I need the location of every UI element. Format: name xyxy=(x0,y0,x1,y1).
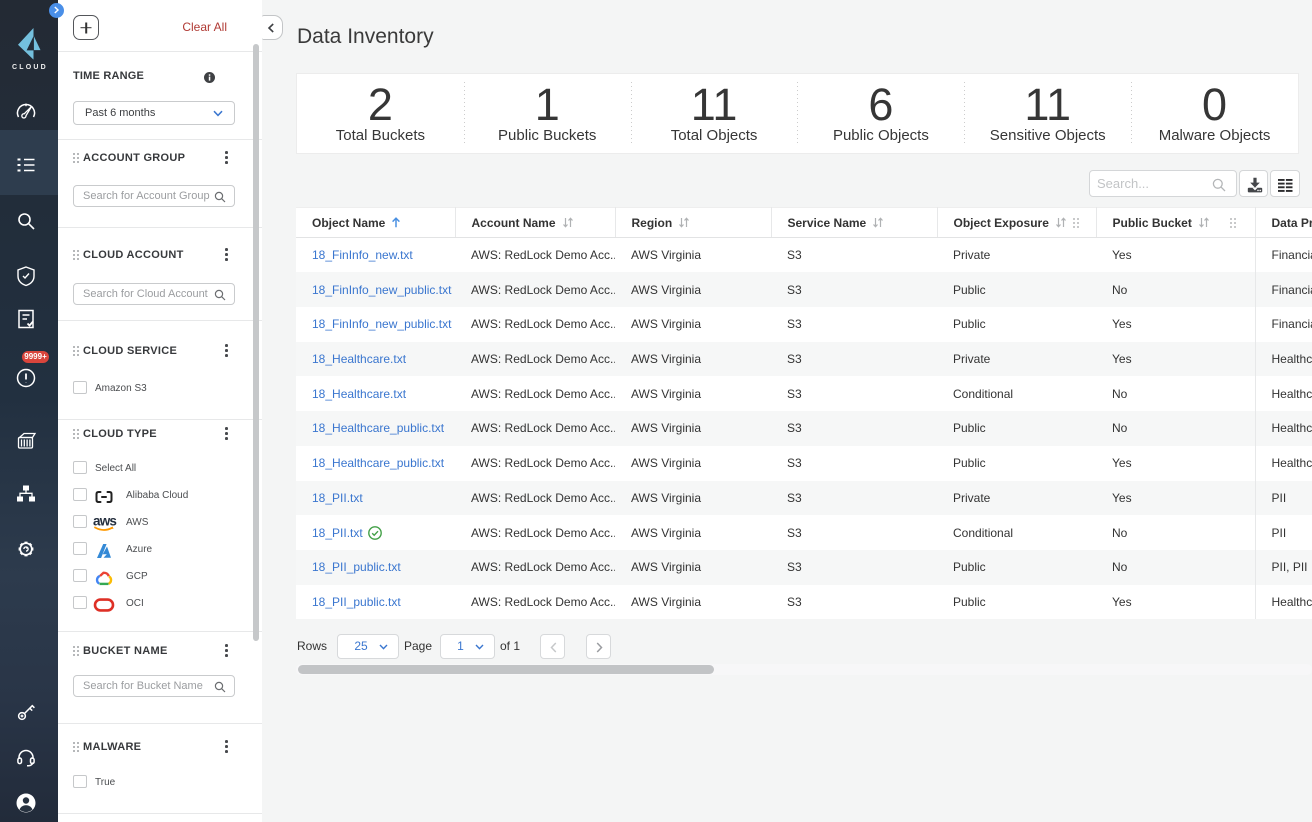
svg-text:aws: aws xyxy=(93,514,116,529)
